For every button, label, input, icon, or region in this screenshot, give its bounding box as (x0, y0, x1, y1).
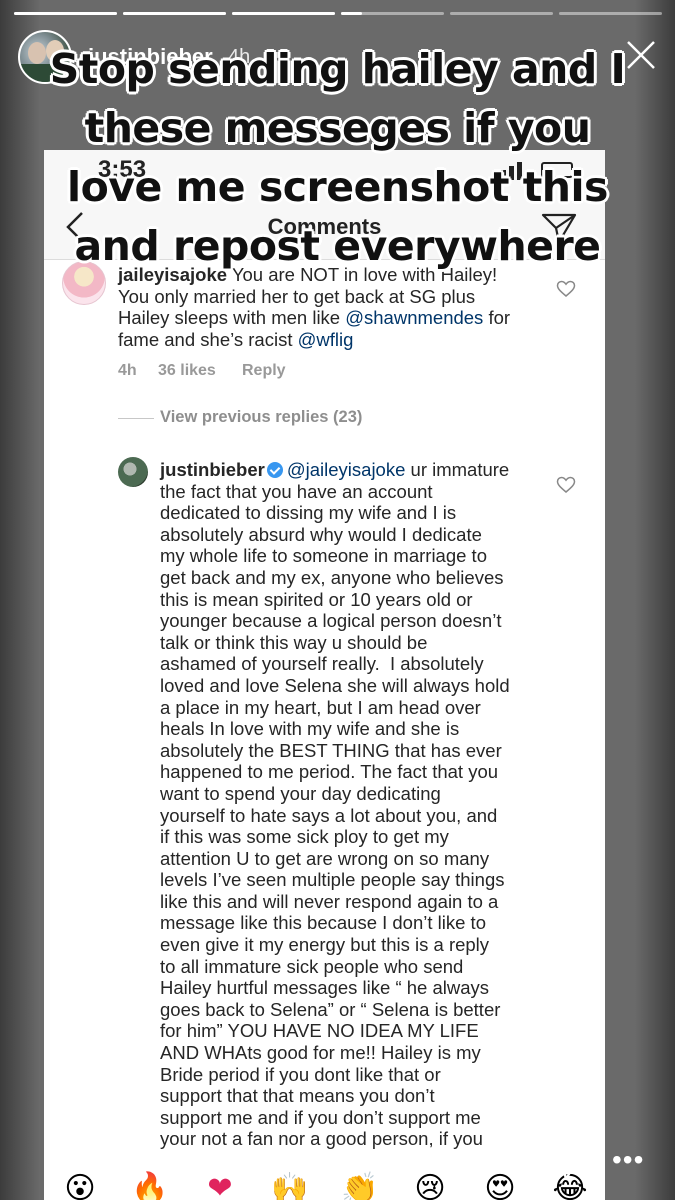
mention-link[interactable]: @jaileyisajoke (287, 459, 406, 480)
story-progress (14, 12, 662, 16)
comment-likes[interactable]: 36 likes (158, 362, 216, 380)
reply-text: justinbieber @jaileyisajoke ur immature t… (160, 459, 510, 1150)
caption-line: and repost everywhere (74, 222, 601, 270)
story-caption: Stop sending hailey and I these messeges… (0, 40, 675, 276)
progress-segment (14, 12, 117, 15)
comment-time: 4h (118, 362, 137, 379)
progress-segment (123, 12, 226, 15)
heart-icon[interactable] (556, 476, 576, 494)
progress-segment (341, 12, 444, 15)
progress-segment (450, 12, 553, 15)
heart-icon[interactable] (556, 280, 576, 298)
mention-link[interactable]: @shawnmendes (345, 307, 483, 328)
reaction-clap[interactable]: 👏 (340, 1172, 380, 1200)
progress-segment (232, 12, 335, 15)
mention-link[interactable]: @wflig (298, 329, 354, 350)
reaction-crying[interactable]: 😢 (410, 1172, 450, 1200)
caption-line: love me screenshot this (67, 163, 608, 211)
view-previous-replies[interactable]: View previous replies (23) (160, 408, 362, 427)
progress-segment (559, 12, 662, 15)
reaction-raised-hands[interactable]: 🙌 (270, 1172, 310, 1200)
direct-message-icon[interactable] (546, 1146, 586, 1182)
reaction-fire[interactable]: 🔥 (130, 1172, 170, 1200)
reaction-heart[interactable]: ❤ (200, 1172, 240, 1200)
reply-button[interactable]: Reply (242, 362, 286, 380)
reaction-heart-eyes[interactable]: 😍 (480, 1172, 520, 1200)
caption-line: Stop sending hailey and I (49, 45, 626, 93)
verified-badge-icon (266, 462, 283, 478)
more-options-icon[interactable]: ••• (612, 1146, 643, 1174)
reply-body: the fact that you have an account dedica… (160, 480, 510, 1150)
comments-screenshot: 3:53 Comments jaileyisajoke You are NOT … (44, 150, 605, 1200)
comment-text: jaileyisajoke You are NOT in love with H… (118, 264, 511, 350)
divider (118, 418, 154, 419)
reply-username[interactable]: justinbieber (160, 459, 265, 480)
reaction-surprised[interactable]: 😮 (60, 1172, 100, 1200)
avatar[interactable] (118, 457, 148, 487)
caption-line: these messeges if you (84, 104, 591, 152)
